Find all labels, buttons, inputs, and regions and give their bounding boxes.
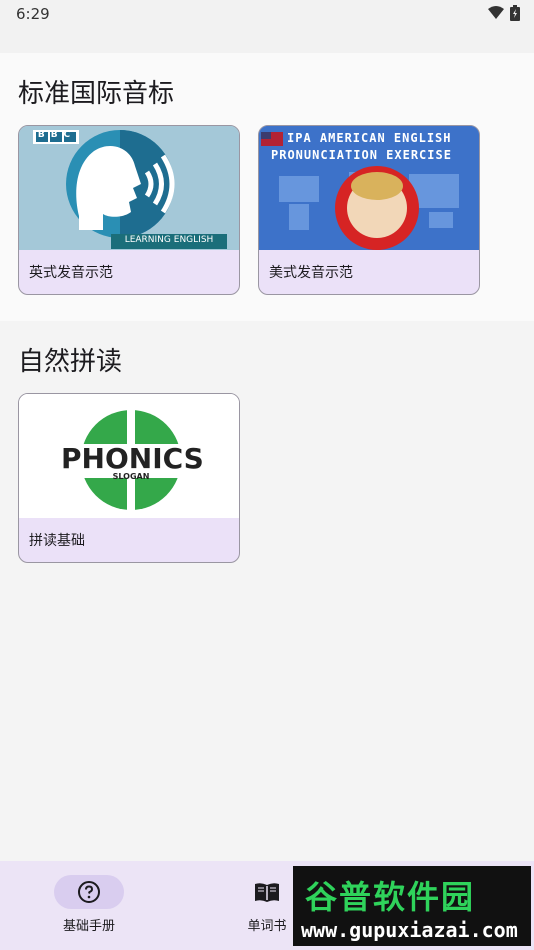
bbc-badge: BBC: [37, 130, 77, 140]
watermark-logo: 谷普软件园 www.gupuxiazai.com: [293, 866, 531, 946]
section-ipa: 标准国际音标 BBC LEARNING ENGLISH 英式发音示范 IPA A…: [0, 53, 534, 321]
card-label: 美式发音示范: [269, 265, 353, 281]
ipa-title-line2: PRONUNCIATION EXERCISE: [271, 148, 452, 162]
card-british-pronunciation[interactable]: BBC LEARNING ENGLISH 英式发音示范: [18, 125, 240, 295]
nav-label: 基础手册: [62, 919, 115, 934]
card-phonics-basics[interactable]: PHONICS SLOGAN 拼读基础: [18, 393, 240, 563]
battery-icon: [510, 5, 520, 21]
book-open-icon: [255, 883, 279, 902]
section-phonics: 自然拼读 PHONICS SLOGAN 拼读基础: [0, 321, 534, 861]
phonics-title: PHONICS: [61, 442, 204, 475]
learning-english-caption: LEARNING ENGLISH: [124, 235, 214, 245]
nav-active-indicator: [54, 875, 124, 909]
card-thumbnail: BBC LEARNING ENGLISH: [19, 126, 239, 250]
phonics-slogan: SLOGAN: [112, 472, 150, 481]
help-circle-icon: [78, 881, 100, 903]
section-title: 自然拼读: [18, 347, 123, 377]
card-label: 英式发音示范: [29, 265, 113, 281]
watermark-title: 谷普软件园: [305, 878, 476, 916]
ipa-title-line1: IPA AMERICAN ENGLISH: [287, 131, 452, 145]
nav-item-basics[interactable]: 基础手册: [29, 875, 149, 937]
status-icons: [488, 5, 520, 21]
section-title: 标准国际音标: [18, 79, 175, 109]
wifi-icon: [488, 6, 504, 19]
card-thumbnail: PHONICS SLOGAN: [19, 394, 239, 518]
card-label: 拼读基础: [29, 533, 85, 549]
watermark-url: www.gupuxiazai.com: [301, 918, 518, 942]
bbc-learning-english-image: [19, 126, 239, 250]
status-time: 6:29: [16, 5, 50, 23]
card-american-pronunciation[interactable]: IPA AMERICAN ENGLISH PRONUNCIATION EXERC…: [258, 125, 480, 295]
card-thumbnail: IPA AMERICAN ENGLISH PRONUNCIATION EXERC…: [259, 126, 479, 250]
nav-pill: [232, 875, 302, 909]
status-bar: 6:29: [0, 0, 534, 30]
